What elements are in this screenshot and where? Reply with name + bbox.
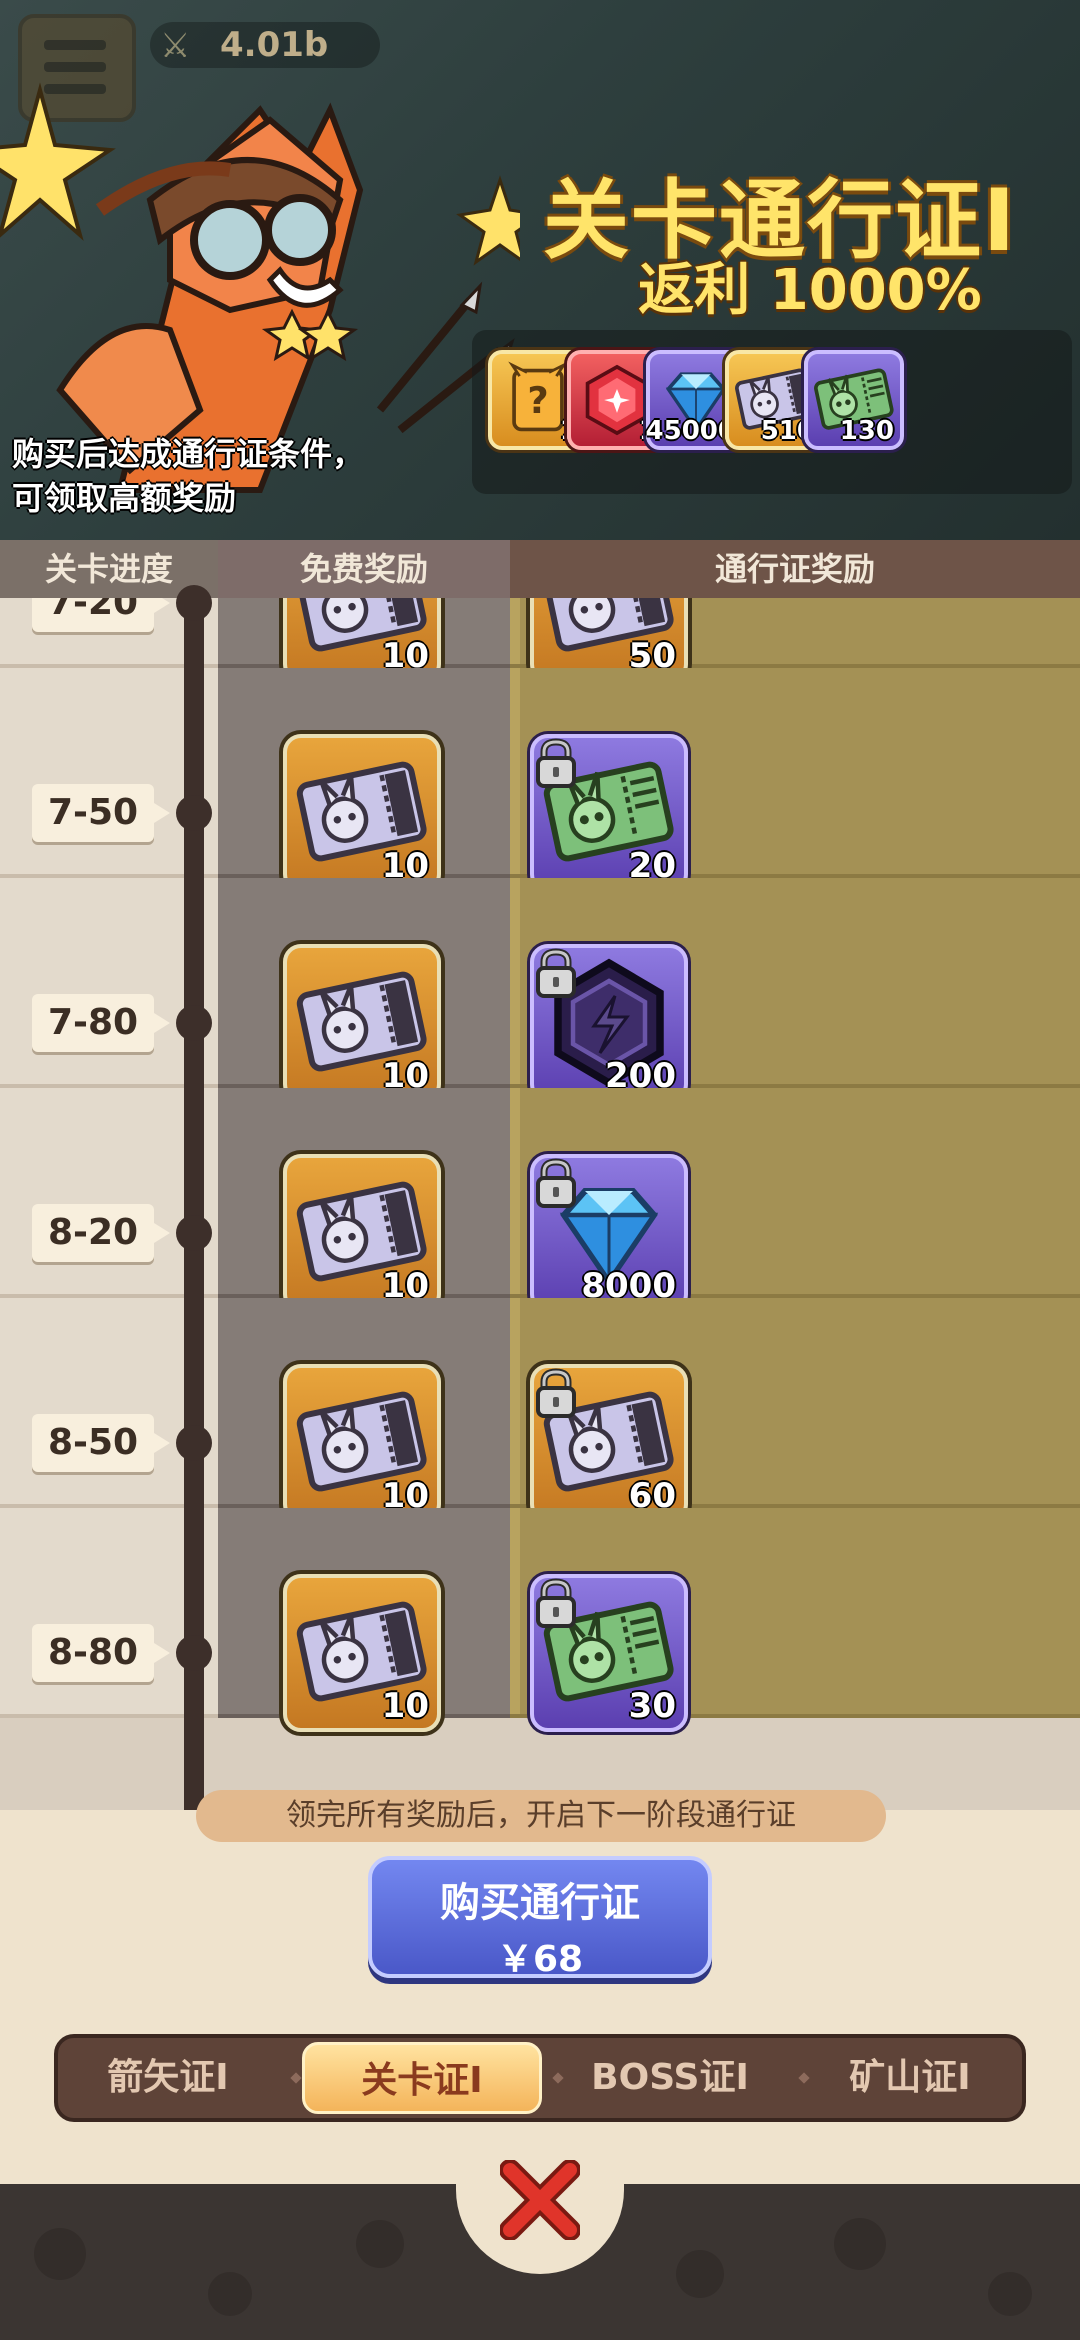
progress-node [176, 1215, 212, 1251]
pass-tabbar: 箭矢证Ⅰ 关卡证Ⅰ BOSS证Ⅰ 矿山证Ⅰ [54, 2034, 1026, 2122]
banner-description-line2: 可领取高额奖励 [12, 479, 237, 517]
level-tag: 7-80 [32, 994, 170, 1052]
pass-reward-item[interactable]: 60 [530, 1364, 688, 1522]
svg-text:?: ? [527, 379, 548, 422]
banner-description-line1: 购买后达成通行证条件， [12, 435, 365, 473]
pass-reward-item[interactable]: 200 [530, 944, 688, 1102]
free-reward-item[interactable]: 10 [283, 1574, 441, 1732]
reward-row: 7-20 10 50 [0, 598, 1080, 682]
lock-icon [536, 1578, 576, 1628]
preview-item-qty: 130 [839, 416, 894, 446]
lock-icon [536, 1158, 576, 1208]
free-reward-item[interactable]: 10 [283, 1154, 441, 1312]
preview-item-green-ticket-icon[interactable]: 130 [804, 350, 904, 450]
free-reward-item[interactable]: 10 [283, 1364, 441, 1522]
tab-stage-pass[interactable]: 关卡证Ⅰ [302, 2042, 542, 2114]
pass-reward-qty: 30 [628, 1686, 676, 1726]
level-tag: 8-80 [32, 1624, 170, 1682]
level-tag: 8-50 [32, 1414, 170, 1472]
close-icon[interactable] [500, 2160, 580, 2240]
free-reward-qty: 10 [381, 1686, 429, 1726]
progress-node [176, 585, 212, 621]
banner-description: 购买后达成通行证条件， 可领取高额奖励 [12, 432, 432, 520]
header-free-rewards: 免费奖励 [218, 540, 510, 598]
column-headers: 关卡进度 免费奖励 通行证奖励 [0, 540, 1080, 598]
reward-rows[interactable]: 7-20 10 50 7-50 10 20 7-80 10 200 8-20 10 8000 8-50 1… [0, 598, 1080, 1810]
tab-boss-pass[interactable]: BOSS证Ⅰ [560, 2042, 780, 2114]
level-tag: 8-20 [32, 1204, 170, 1262]
next-stage-notice: 领完所有奖励后，开启下一阶段通行证 [196, 1790, 886, 1842]
reward-row: 8-20 10 8000 [0, 1088, 1080, 1312]
progress-node [176, 795, 212, 831]
banner-subtitle: 返利 1000% [638, 258, 982, 323]
pass-banner: 4.01b ⚔ 关卡通行证Ⅰ 返利 1000% ?1145000510130 购… [0, 0, 1080, 540]
pass-reward-item[interactable]: 8000 [530, 1154, 688, 1312]
lock-icon [536, 738, 576, 788]
reward-row: 8-80 10 30 [0, 1508, 1080, 1732]
free-reward-item[interactable]: 10 [283, 734, 441, 892]
level-tag: 7-20 [32, 598, 170, 632]
free-reward-item[interactable]: 10 [283, 944, 441, 1102]
reward-row: 7-80 10 200 [0, 878, 1080, 1102]
tab-arrow-pass[interactable]: 箭矢证Ⅰ [68, 2042, 268, 2114]
header-pass-rewards: 通行证奖励 [510, 540, 1080, 598]
progress-node [176, 1635, 212, 1671]
pass-reward-item[interactable]: 20 [530, 734, 688, 892]
reward-row: 7-50 10 20 [0, 668, 1080, 892]
preview-item-qty: 45000 [645, 416, 736, 446]
reward-row: 8-50 10 60 [0, 1298, 1080, 1522]
lock-icon [536, 1368, 576, 1418]
level-tag: 7-50 [32, 784, 170, 842]
progress-node [176, 1005, 212, 1041]
buy-pass-label: 购买通行证 [440, 1880, 640, 1926]
lock-icon [536, 948, 576, 998]
tab-mine-pass[interactable]: 矿山证Ⅰ [810, 2042, 1010, 2114]
pass-reward-item[interactable]: 30 [530, 1574, 688, 1732]
buy-pass-button[interactable]: 购买通行证 ￥68 [368, 1856, 712, 1980]
progress-track [184, 598, 204, 1810]
buy-pass-price: ￥68 [496, 1939, 584, 1980]
progress-node [176, 1425, 212, 1461]
